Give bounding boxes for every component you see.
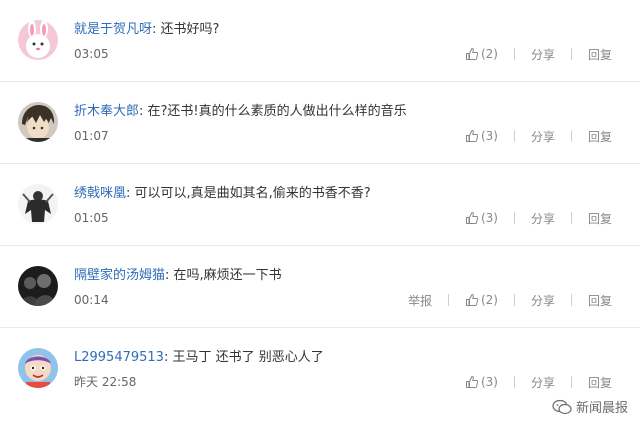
comment-actions: (3) 分享 回复: [465, 128, 612, 144]
comment-item: 折木奉大郎: 在?还书!真的什么素质的人做出什么样的音乐 01:07 (3) 分…: [0, 82, 640, 164]
share-button[interactable]: 分享: [531, 128, 555, 145]
like-button[interactable]: (3): [465, 129, 498, 143]
like-count: (2): [480, 293, 498, 307]
comment-actions: (3) 分享 回复: [465, 210, 612, 226]
wechat-icon: [552, 399, 572, 414]
cartoon-avatar-icon: [18, 348, 58, 388]
avatar[interactable]: [18, 102, 58, 142]
like-count: (2): [480, 47, 498, 61]
report-button[interactable]: 举报: [408, 292, 432, 309]
username[interactable]: 隔壁家的汤姆猫: [74, 268, 165, 283]
reply-button[interactable]: 回复: [588, 374, 612, 391]
like-button[interactable]: (2): [465, 47, 498, 61]
reply-button[interactable]: 回复: [588, 210, 612, 227]
comment-item: L2995479513: 王马丁 还书了 别恶心人了 昨天 22:58 (3) …: [0, 328, 640, 410]
separator: :: [139, 104, 148, 119]
source-watermark: 新闻晨报: [552, 397, 628, 416]
like-count: (3): [480, 375, 498, 389]
timestamp: 昨天 22:58: [74, 375, 137, 389]
thumbs-up-icon: [465, 211, 479, 224]
divider: [447, 294, 449, 306]
comment-text: 在?还书!真的什么素质的人做出什么样的音乐: [147, 104, 407, 119]
divider: [513, 294, 515, 306]
timestamp: 03:05: [74, 47, 109, 61]
username[interactable]: 就是于贺凡呀: [74, 22, 152, 37]
thumbs-up-icon: [465, 375, 479, 388]
divider: [513, 376, 515, 388]
timestamp: 00:14: [74, 293, 109, 307]
comment-item: 隔壁家的汤姆猫: 在吗,麻烦还一下书 00:14 举报 (2) 分享 回复: [0, 246, 640, 328]
comment-list: 就是于贺凡呀: 还书好吗? 03:05 (2) 分享 回复 折木奉大郎: 在?还…: [0, 0, 640, 428]
thumbs-up-icon: [465, 293, 479, 306]
divider: [513, 48, 515, 60]
comment-text: 可以可以,真是曲如其名,偷来的书香不香?: [134, 186, 371, 201]
comment-actions: 举报 (2) 分享 回复: [408, 292, 612, 308]
divider: [513, 212, 515, 224]
group-photo-avatar-icon: [18, 266, 58, 306]
username[interactable]: 折木奉大郎: [74, 104, 139, 119]
divider: [570, 48, 572, 60]
anime-boy-avatar-icon: [18, 102, 58, 142]
like-count: (3): [480, 129, 498, 143]
like-button[interactable]: (3): [465, 211, 498, 225]
thumbs-up-icon: [465, 47, 479, 60]
comment-item: 就是于贺凡呀: 还书好吗? 03:05 (2) 分享 回复: [0, 0, 640, 82]
separator: :: [126, 186, 135, 201]
comment-item: 绣戟咪凰: 可以可以,真是曲如其名,偷来的书香不香? 01:05 (3) 分享 …: [0, 164, 640, 246]
separator: :: [165, 268, 174, 283]
timestamp: 01:05: [74, 211, 109, 225]
reply-button[interactable]: 回复: [588, 128, 612, 145]
share-button[interactable]: 分享: [531, 374, 555, 391]
bunny-avatar-icon: [18, 20, 58, 60]
reply-button[interactable]: 回复: [588, 292, 612, 309]
share-button[interactable]: 分享: [531, 292, 555, 309]
timestamp: 01:07: [74, 129, 109, 143]
avatar[interactable]: [18, 266, 58, 306]
like-button[interactable]: (3): [465, 375, 498, 389]
share-button[interactable]: 分享: [531, 46, 555, 63]
thumbs-up-icon: [465, 129, 479, 142]
share-button[interactable]: 分享: [531, 210, 555, 227]
divider: [570, 376, 572, 388]
avatar[interactable]: [18, 20, 58, 60]
divider: [513, 130, 515, 142]
avatar[interactable]: [18, 184, 58, 224]
avatar[interactable]: [18, 348, 58, 388]
like-count: (3): [480, 211, 498, 225]
comment-text: 还书好吗?: [160, 22, 220, 37]
divider: [570, 294, 572, 306]
divider: [570, 130, 572, 142]
separator: :: [152, 22, 161, 37]
figure-avatar-icon: [18, 184, 58, 224]
like-button[interactable]: (2): [465, 293, 498, 307]
divider: [570, 212, 572, 224]
username[interactable]: L2995479513: [74, 350, 164, 365]
comment-text: 王马丁 还书了 别恶心人了: [172, 350, 324, 365]
comment-actions: (3) 分享 回复: [465, 374, 612, 390]
comment-actions: (2) 分享 回复: [465, 46, 612, 62]
username[interactable]: 绣戟咪凰: [74, 186, 126, 201]
comment-text: 在吗,麻烦还一下书: [173, 268, 282, 283]
reply-button[interactable]: 回复: [588, 46, 612, 63]
watermark-text: 新闻晨报: [575, 401, 628, 416]
